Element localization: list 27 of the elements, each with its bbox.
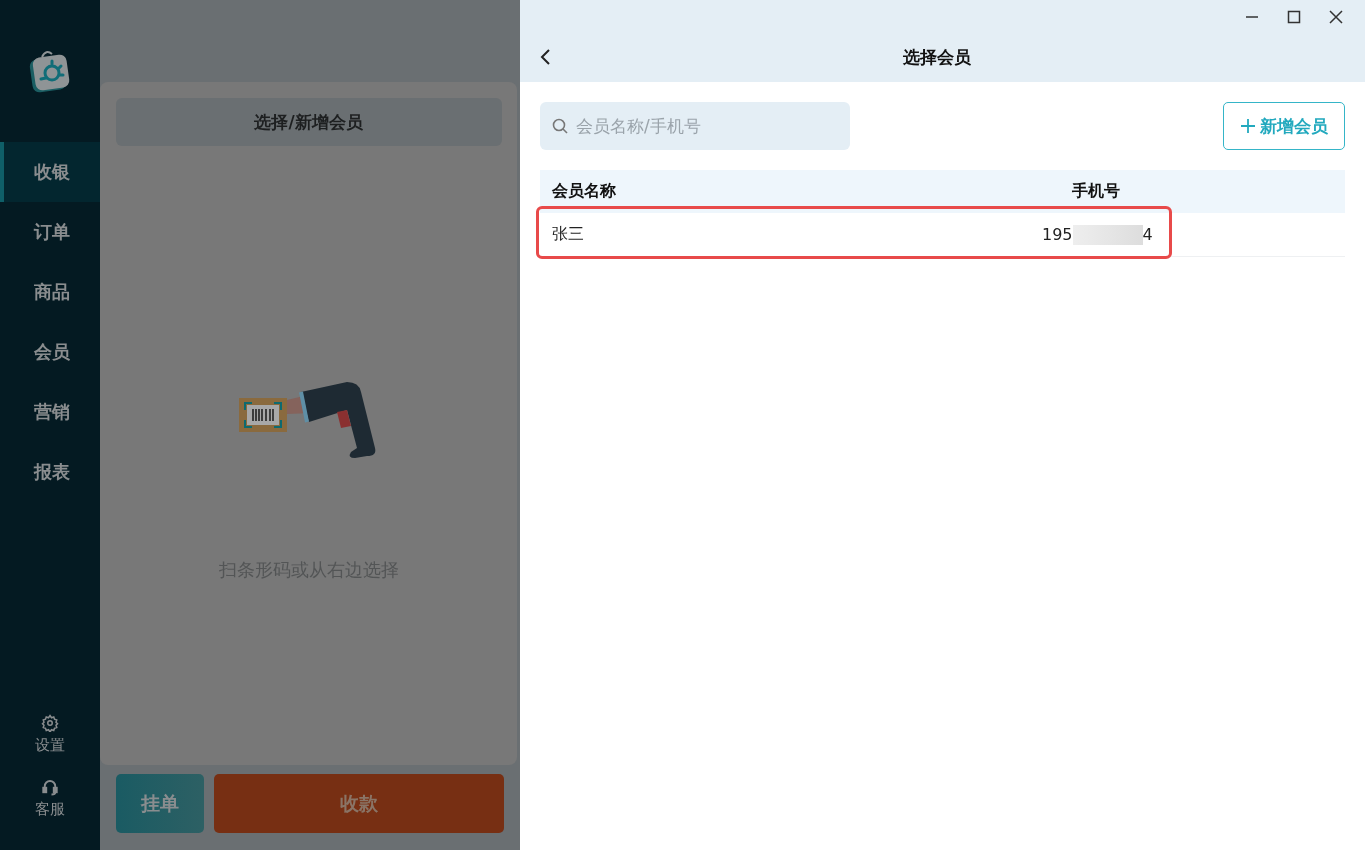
- table-cell-text: 张三: [552, 224, 585, 245]
- drawer-title: 选择会员: [901, 45, 972, 69]
- sidebar-button[interactable]: 设置: [0, 702, 100, 766]
- nav-item[interactable]: 收银: [0, 142, 100, 202]
- search-field[interactable]: 会员名称/手机号: [540, 102, 850, 150]
- back-icon: [540, 48, 552, 66]
- close-icon: [1329, 10, 1343, 24]
- settings-icon: [41, 713, 59, 732]
- phone-digits: 195: [1042, 225, 1073, 244]
- nav-item[interactable]: 商品: [0, 262, 100, 322]
- headset-icon: [41, 777, 59, 796]
- plus-icon: [1240, 118, 1256, 134]
- column-header: 会员名称: [552, 181, 617, 202]
- nav-item[interactable]: 会员: [0, 322, 100, 382]
- sidebar-button-label: 客服: [35, 799, 65, 819]
- maximize-icon: [1287, 10, 1301, 24]
- phone-digits: 4: [1142, 225, 1153, 244]
- member-button[interactable]: 选择/新增会员: [115, 98, 502, 146]
- nav-item[interactable]: 报表: [0, 442, 100, 502]
- add-member-button[interactable]: 新增会员: [1223, 102, 1345, 150]
- nav-item[interactable]: 营销: [0, 382, 100, 442]
- sidebar-button[interactable]: 客服: [0, 766, 100, 830]
- column-header: 手机号: [1072, 181, 1121, 202]
- sidebar-button-label: 设置: [35, 735, 65, 755]
- redaction-mark: [1072, 224, 1143, 245]
- shopping-bag-logo: [28, 49, 72, 93]
- nav-item[interactable]: 订单: [0, 202, 100, 262]
